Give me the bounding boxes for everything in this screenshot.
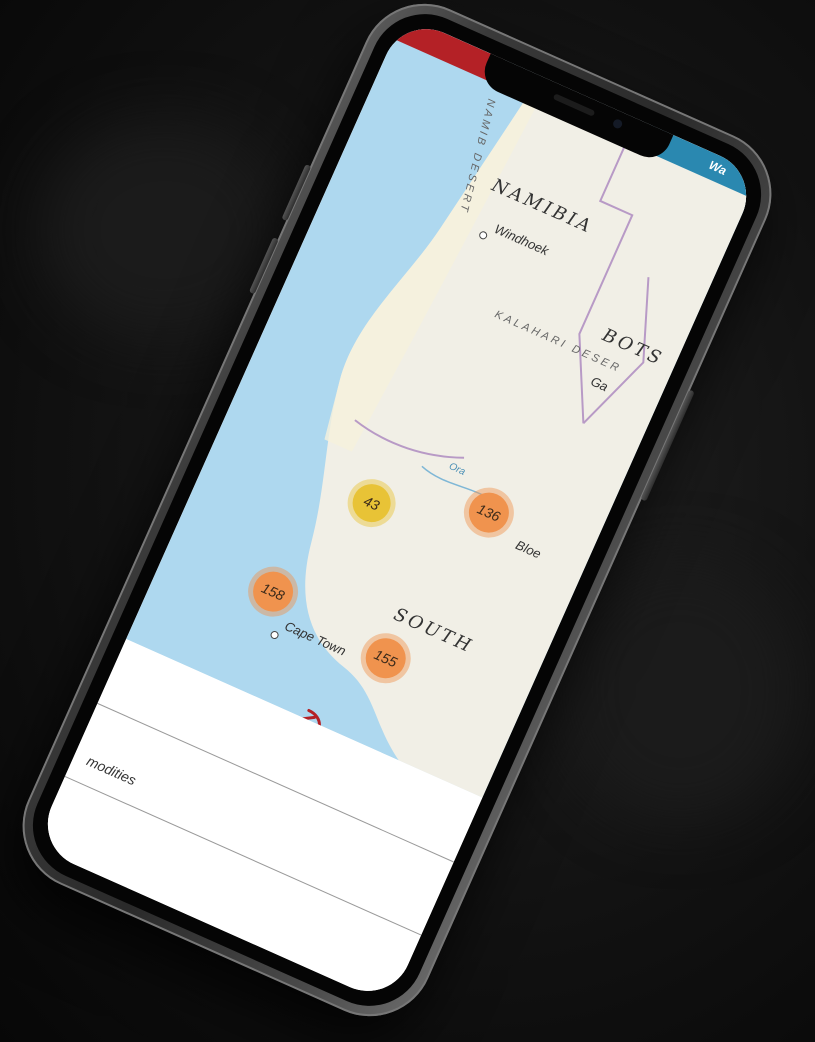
header-tab-label: Wa bbox=[706, 157, 729, 178]
commodities-row-label[interactable]: modities bbox=[85, 752, 139, 788]
divider bbox=[64, 775, 422, 936]
speaker-grille bbox=[552, 93, 596, 117]
front-camera bbox=[611, 117, 624, 130]
